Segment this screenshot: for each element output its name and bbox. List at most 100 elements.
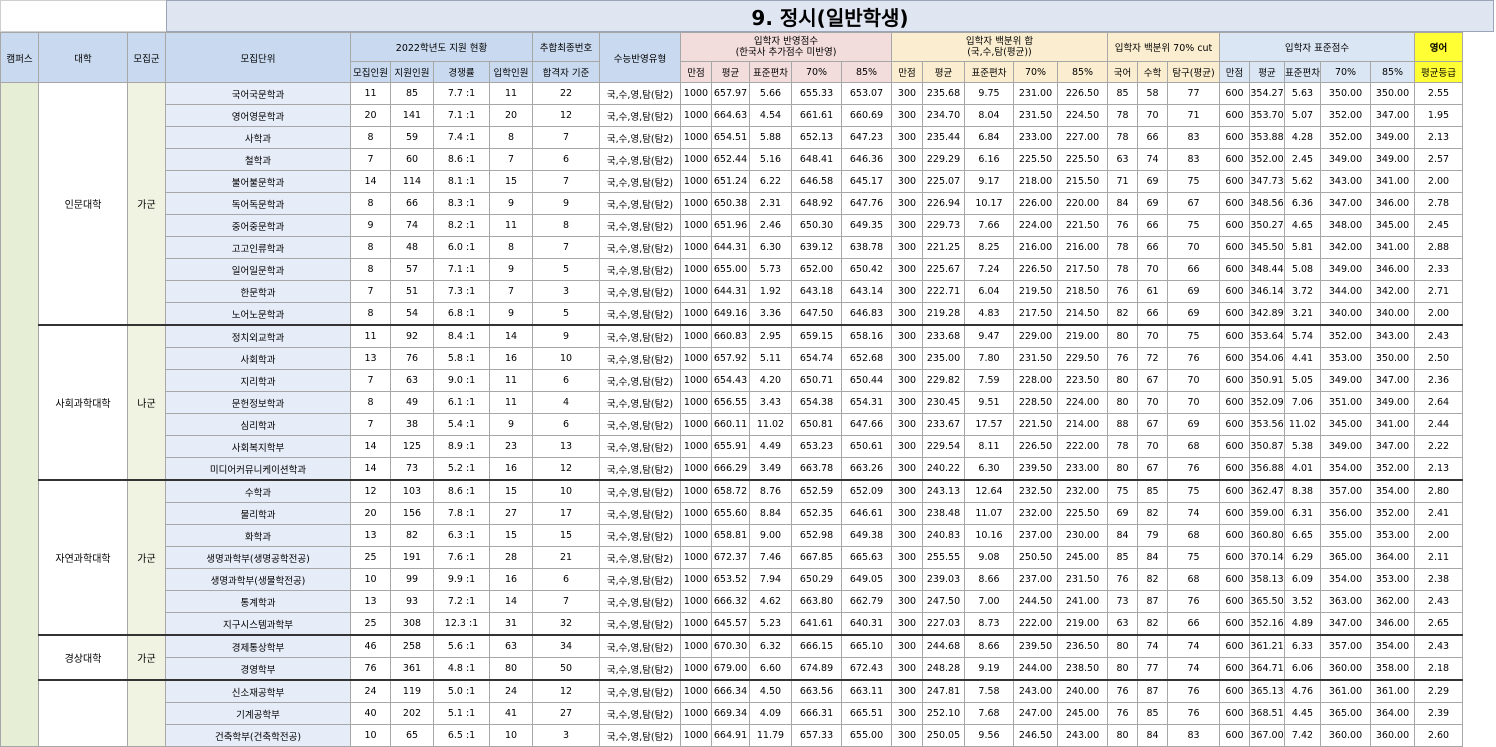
value-cell[interactable]: 191 [390, 546, 434, 569]
value-cell[interactable]: 13 [532, 435, 600, 458]
value-cell[interactable]: 83 [1167, 148, 1220, 171]
value-cell[interactable]: 27 [532, 702, 600, 725]
value-cell[interactable]: 600 [1219, 280, 1250, 303]
value-cell[interactable]: 229.54 [922, 435, 965, 458]
value-cell[interactable]: 76 [1107, 214, 1138, 237]
college-cell[interactable]: 사회과학대학 [38, 324, 128, 481]
value-cell[interactable]: 360.00 [1320, 657, 1371, 681]
value-cell[interactable]: 24 [350, 679, 391, 703]
value-cell[interactable]: 224.00 [1057, 391, 1108, 414]
value-cell[interactable]: 2.31 [749, 192, 792, 215]
value-cell[interactable]: 645.17 [841, 170, 892, 193]
header-final-no[interactable]: 추합최종번호 [532, 32, 600, 62]
value-cell[interactable]: 230.00 [1057, 524, 1108, 547]
value-cell[interactable]: 78 [1107, 104, 1138, 127]
value-cell[interactable]: 82 [1137, 568, 1168, 591]
value-cell[interactable]: 14 [350, 170, 391, 193]
value-cell[interactable]: 5.62 [1284, 170, 1321, 193]
value-cell[interactable]: 31 [489, 612, 533, 636]
value-cell[interactable]: 71 [1107, 170, 1138, 193]
value-cell[interactable]: 653.52 [711, 568, 750, 591]
value-cell[interactable]: 226.00 [1013, 192, 1058, 215]
value-cell[interactable]: 1000 [680, 236, 712, 259]
value-cell[interactable]: 342.00 [1320, 236, 1371, 259]
value-cell[interactable]: 247.00 [1013, 702, 1058, 725]
value-cell[interactable]: 2.29 [1414, 679, 1463, 703]
value-cell[interactable]: 6.3 :1 [433, 524, 490, 547]
value-cell[interactable]: 1000 [680, 148, 712, 171]
value-cell[interactable]: 10 [532, 347, 600, 370]
value-cell[interactable]: 346.00 [1370, 612, 1415, 636]
header-apply-status[interactable]: 2022학년도 지원 현황 [350, 32, 533, 62]
value-cell[interactable]: 652.68 [841, 347, 892, 370]
value-cell[interactable]: 343.00 [1320, 170, 1371, 193]
value-cell[interactable]: 76 [1167, 679, 1220, 703]
value-cell[interactable]: 67 [1137, 413, 1168, 436]
value-cell[interactable]: 4.01 [1284, 457, 1321, 481]
value-cell[interactable]: 600 [1219, 590, 1250, 613]
value-cell[interactable]: 11 [489, 391, 533, 414]
value-cell[interactable]: 60 [390, 148, 434, 171]
value-cell[interactable]: 226.50 [1057, 82, 1108, 105]
value-cell[interactable]: 82 [390, 524, 434, 547]
value-cell[interactable]: 672.37 [711, 546, 750, 569]
value-cell[interactable]: 5 [532, 258, 600, 281]
value-cell[interactable]: 300 [891, 258, 923, 281]
value-cell[interactable]: 16 [489, 347, 533, 370]
value-cell[interactable]: 348.44 [1249, 258, 1285, 281]
value-cell[interactable]: 361 [390, 657, 434, 681]
value-cell[interactable]: 641.61 [791, 612, 842, 636]
value-cell[interactable]: 346.00 [1370, 258, 1415, 281]
value-cell[interactable]: 300 [891, 126, 923, 149]
header-pct70-col[interactable]: 탐구(평균) [1167, 61, 1220, 83]
value-cell[interactable]: 69 [1167, 413, 1220, 436]
value-cell[interactable]: 647.23 [841, 126, 892, 149]
value-cell[interactable]: 361.00 [1320, 679, 1371, 703]
value-cell[interactable]: 9.47 [964, 324, 1014, 348]
value-cell[interactable]: 8.6 :1 [433, 148, 490, 171]
header-std-col[interactable]: 만점 [1219, 61, 1250, 83]
value-cell[interactable]: 235.68 [922, 82, 965, 105]
value-cell[interactable]: 2.55 [1414, 82, 1463, 105]
value-cell[interactable]: 3 [532, 724, 600, 747]
value-cell[interactable]: 78 [1107, 126, 1138, 149]
value-cell[interactable]: 99 [390, 568, 434, 591]
value-cell[interactable]: 65 [390, 724, 434, 747]
value-cell[interactable]: 600 [1219, 214, 1250, 237]
value-cell[interactable]: 651.96 [711, 214, 750, 237]
value-cell[interactable]: 70 [1137, 324, 1168, 348]
value-cell[interactable]: 662.79 [841, 590, 892, 613]
header-std-col[interactable]: 평균 [1249, 61, 1285, 83]
college-cell[interactable]: 인문대학 [38, 82, 128, 326]
title-corner-cell[interactable] [0, 0, 167, 32]
value-cell[interactable]: 2.45 [1284, 148, 1321, 171]
value-cell[interactable]: 5.38 [1284, 435, 1321, 458]
value-cell[interactable]: 8 [350, 192, 391, 215]
value-cell[interactable]: 5.08 [1284, 258, 1321, 281]
value-cell[interactable]: 233.67 [922, 413, 965, 436]
value-cell[interactable]: 국,수,영,탐(탐2) [599, 236, 681, 259]
value-cell[interactable]: 600 [1219, 324, 1250, 348]
value-cell[interactable]: 226.94 [922, 192, 965, 215]
value-cell[interactable]: 70 [1167, 369, 1220, 392]
value-cell[interactable]: 649.38 [841, 524, 892, 547]
value-cell[interactable]: 1000 [680, 280, 712, 303]
value-cell[interactable]: 9 [489, 192, 533, 215]
header-reflect-col[interactable]: 표준편차 [749, 61, 792, 83]
value-cell[interactable]: 4.45 [1284, 702, 1321, 725]
value-cell[interactable]: 12 [532, 679, 600, 703]
value-cell[interactable]: 80 [1107, 369, 1138, 392]
value-cell[interactable]: 340.00 [1370, 302, 1415, 326]
value-cell[interactable]: 15 [489, 170, 533, 193]
value-cell[interactable]: 83 [1167, 126, 1220, 149]
value-cell[interactable]: 7 [532, 590, 600, 613]
value-cell[interactable]: 658.16 [841, 324, 892, 348]
value-cell[interactable]: 665.51 [841, 702, 892, 725]
header-college[interactable]: 대학 [38, 32, 128, 83]
value-cell[interactable]: 67 [1137, 457, 1168, 481]
value-cell[interactable]: 656.55 [711, 391, 750, 414]
value-cell[interactable]: 640.31 [841, 612, 892, 636]
value-cell[interactable]: 258 [390, 634, 434, 658]
value-cell[interactable]: 226.50 [1013, 435, 1058, 458]
value-cell[interactable]: 103 [390, 479, 434, 503]
